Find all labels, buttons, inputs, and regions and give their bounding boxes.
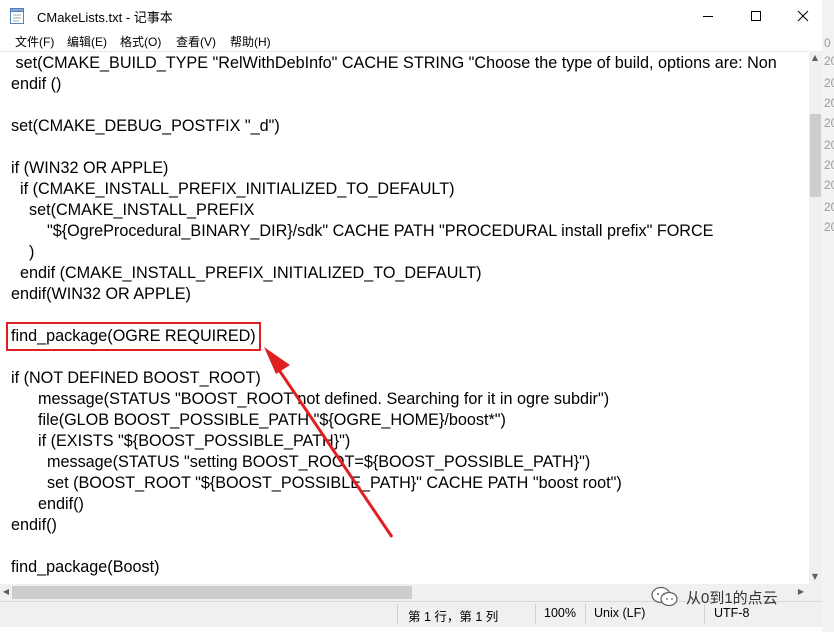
menu-help[interactable]: 帮助(H) (230, 33, 271, 50)
code-line: if (EXISTS "${BOOST_POSSIBLE_PATH}") (11, 432, 351, 450)
code-line: find_package(Boost) (11, 558, 160, 576)
code-line: if (NOT DEFINED BOOST_ROOT) (11, 369, 261, 387)
code-line: message(STATUS "BOOST_ROOT not defined. … (11, 390, 610, 408)
bg-text: 20 (824, 158, 834, 172)
code-line: if (WIN32 OR APPLE) (11, 159, 169, 177)
bg-text: 20 (824, 54, 834, 68)
background-window-edge: 0 20 20 20 20 20 20 20 20 20 (822, 0, 834, 632)
encoding: UTF-8 (714, 606, 750, 620)
maximize-icon (751, 10, 761, 21)
menu-format[interactable]: 格式(O) (120, 33, 161, 50)
bg-text: 20 (824, 178, 834, 192)
code-line: message(STATUS "setting BOOST_ROOT=${BOO… (11, 453, 591, 471)
code-line: file(GLOB BOOST_POSSIBLE_PATH "${OGRE_HO… (11, 411, 506, 429)
text-editor[interactable]: set(CMAKE_BUILD_TYPE "RelWithDebInfo" CA… (0, 51, 809, 585)
wechat-icon (651, 586, 678, 607)
title-bar[interactable]: CMakeLists.txt - 记事本 (0, 0, 822, 31)
vertical-scrollbar[interactable]: ▲ ▼ (809, 51, 822, 584)
code-line: set (BOOST_ROOT "${BOOST_POSSIBLE_PATH}"… (11, 474, 622, 492)
bg-text: 20 (824, 220, 834, 234)
code-line: endif() (11, 495, 84, 513)
notepad-icon (10, 8, 24, 24)
bg-text: 20 (824, 200, 834, 214)
code-line: "${OgreProcedural_BINARY_DIR}/sdk" CACHE… (11, 222, 714, 240)
scroll-right-icon[interactable]: ▶ (795, 586, 807, 598)
watermark-text: 从0到1的点云 (686, 589, 778, 607)
menu-view[interactable]: 查看(V) (176, 33, 216, 50)
code-line: set(CMAKE_INSTALL_PREFIX (11, 201, 255, 219)
bg-text: 20 (824, 76, 834, 90)
close-button[interactable] (780, 0, 826, 31)
window-title: CMakeLists.txt - 记事本 (37, 10, 173, 25)
status-separator (585, 604, 586, 624)
annotation-highlight-box (6, 322, 261, 351)
code-line: set(CMAKE_BUILD_TYPE "RelWithDebInfo" CA… (11, 54, 777, 72)
menu-file[interactable]: 文件(F) (15, 33, 54, 50)
horizontal-scroll-thumb[interactable] (12, 586, 412, 599)
scroll-down-icon[interactable]: ▼ (809, 571, 821, 583)
notepad-window: 0 20 20 20 20 20 20 20 20 20 CMakeLists.… (0, 0, 834, 632)
maximize-button[interactable] (733, 0, 779, 31)
bg-text: 20 (824, 96, 834, 110)
minimize-icon (703, 15, 713, 17)
minimize-button[interactable] (685, 0, 731, 31)
code-line: endif() (11, 516, 57, 534)
close-icon (797, 10, 809, 21)
code-line: endif(WIN32 OR APPLE) (11, 285, 191, 303)
code-line: ) (11, 243, 35, 261)
zoom-level: 100% (544, 606, 576, 620)
bg-text: 20 (824, 138, 834, 152)
bg-text: 20 (824, 116, 834, 130)
line-ending: Unix (LF) (594, 606, 646, 620)
code-line: endif (CMAKE_INSTALL_PREFIX_INITIALIZED_… (11, 264, 482, 282)
cursor-position: 第 1 行，第 1 列 (408, 610, 499, 624)
vertical-scroll-thumb[interactable] (810, 114, 821, 197)
watermark: 从0到1的点云 (650, 586, 778, 608)
menu-edit[interactable]: 编辑(E) (67, 33, 107, 50)
scroll-up-icon[interactable]: ▲ (809, 52, 821, 64)
scroll-left-icon[interactable]: ◀ (0, 586, 12, 598)
menu-bar: 文件(F) 编辑(E) 格式(O) 查看(V) 帮助(H) (0, 31, 822, 51)
status-separator (535, 604, 536, 624)
status-separator (397, 604, 398, 624)
scrollbar-corner (809, 584, 822, 601)
code-line: if (CMAKE_INSTALL_PREFIX_INITIALIZED_TO_… (11, 180, 455, 198)
bg-text: 0 (824, 36, 831, 50)
code-line: set(CMAKE_DEBUG_POSTFIX "_d") (11, 117, 280, 135)
code-line: endif () (11, 75, 62, 93)
